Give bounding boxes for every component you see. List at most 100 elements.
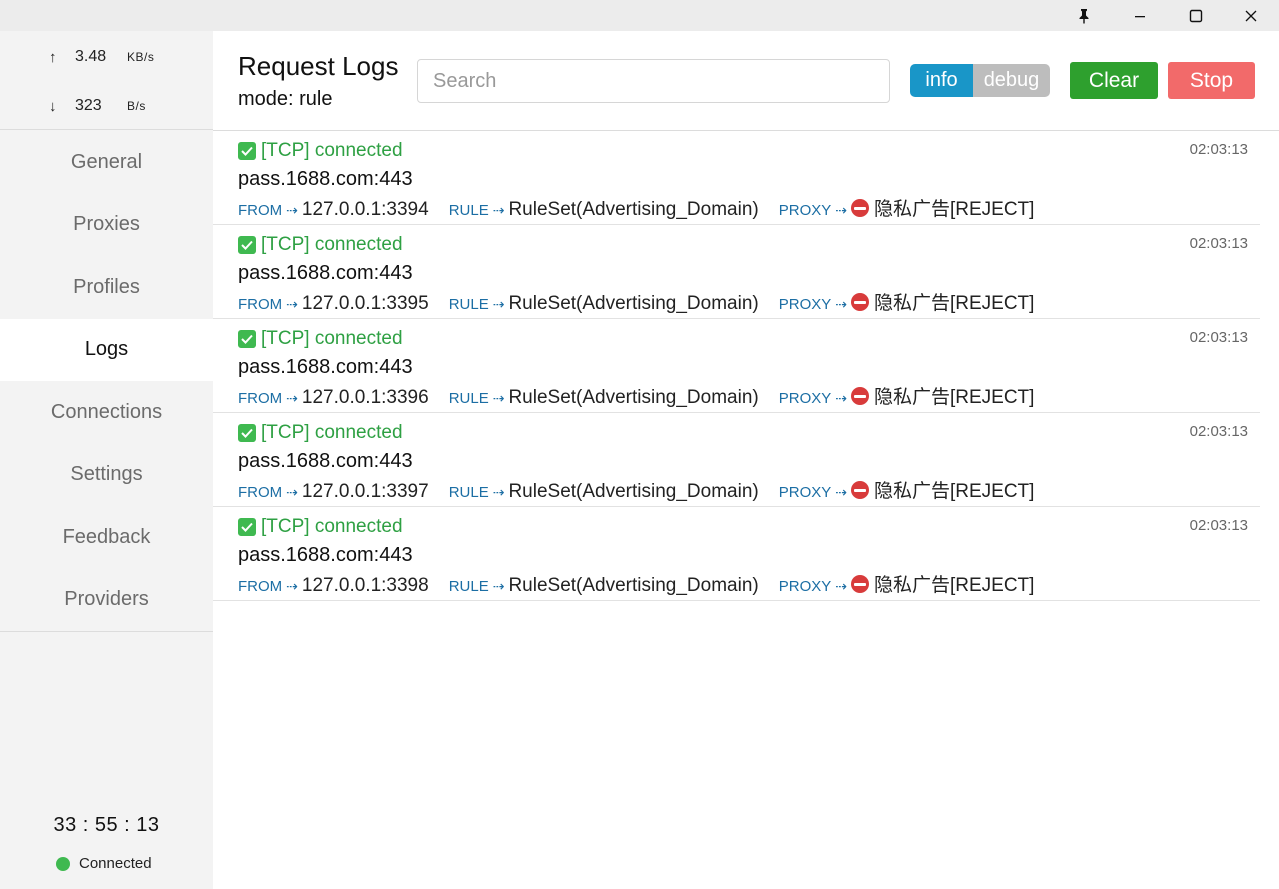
log-entry: [TCP] connected 02:03:13 pass.1688.com:4… [213,225,1260,319]
rule-value: RuleSet(Advertising_Domain) [508,293,759,314]
proxy-value: 隐私广告[REJECT] [873,481,1035,502]
upload-unit: KB/s [127,50,155,64]
log-status: [TCP] connected [238,234,403,256]
close-icon[interactable] [1223,0,1279,31]
arrow-icon: ⇢ [492,484,505,500]
arrow-icon: ⇢ [835,484,847,500]
check-icon [238,518,256,536]
from-tag: FROM [238,390,283,407]
status-label: Connected [79,855,152,872]
page-title: Request Logs [238,51,399,81]
rule-value: RuleSet(Advertising_Domain) [508,481,759,502]
download-speed: ↓ 323 B/s [49,96,146,116]
log-from: FROM ⇢ 127.0.0.1:3395 [238,293,429,315]
proxy-tag: PROXY [778,202,832,219]
from-value: 127.0.0.1:3394 [301,199,429,220]
maximize-icon[interactable] [1168,0,1224,31]
no-entry-icon [850,293,869,311]
log-rule: RULE ⇢ RuleSet(Advertising_Domain) [449,199,759,221]
log-level-toggle: info debug [910,64,1050,97]
log-from: FROM ⇢ 127.0.0.1:3398 [238,575,429,597]
download-value: 323 [75,97,102,114]
log-meta: FROM ⇢ 127.0.0.1:3395 RULE ⇢ RuleSet(Adv… [238,288,1034,315]
sidebar-nav: General Proxies Profiles Logs Connection… [0,131,213,632]
arrow-icon: ⇢ [286,484,298,500]
from-tag: FROM [238,578,283,595]
arrow-icon: ⇢ [835,390,847,406]
log-from: FROM ⇢ 127.0.0.1:3394 [238,199,429,221]
from-value: 127.0.0.1:3395 [301,293,429,314]
log-meta: FROM ⇢ 127.0.0.1:3396 RULE ⇢ RuleSet(Adv… [238,382,1034,409]
proxy-value: 隐私广告[REJECT] [873,199,1035,220]
stop-button[interactable]: Stop [1168,62,1255,99]
arrow-icon: ⇢ [835,202,847,218]
level-debug-button[interactable]: debug [973,64,1050,97]
sidebar: ↑ 3.48 KB/s ↓ 323 B/s General Proxies Pr… [0,31,213,889]
download-arrow-icon: ↓ [49,97,57,115]
no-entry-icon [850,575,869,593]
proxy-value: 隐私广告[REJECT] [873,575,1035,596]
logs-header: Request Logs mode: rule info debug Clear… [213,31,1279,131]
from-value: 127.0.0.1:3398 [301,575,429,596]
log-host: pass.1688.com:443 [238,356,413,378]
from-tag: FROM [238,296,283,313]
rule-value: RuleSet(Advertising_Domain) [508,199,759,220]
log-rule: RULE ⇢ RuleSet(Advertising_Domain) [449,575,759,597]
download-unit: B/s [127,99,146,113]
level-info-button[interactable]: info [910,64,973,97]
rule-tag: RULE [448,202,489,219]
from-tag: FROM [238,202,283,219]
log-status-text: [TCP] connected [261,328,403,349]
proxy-tag: PROXY [778,484,832,501]
sidebar-item-settings[interactable]: Settings [0,444,213,507]
upload-arrow-icon: ↑ [49,48,57,66]
rule-tag: RULE [448,484,489,501]
traffic-panel: ↑ 3.48 KB/s ↓ 323 B/s [0,31,213,130]
rule-value: RuleSet(Advertising_Domain) [508,575,759,596]
log-proxy: PROXY ⇢ 隐私广告[REJECT] [778,476,1035,503]
arrow-icon: ⇢ [286,296,298,312]
search-input[interactable] [417,59,890,103]
check-icon [238,424,256,442]
check-icon [238,142,256,160]
rule-tag: RULE [448,578,489,595]
log-status-text: [TCP] connected [261,516,403,537]
from-tag: FROM [238,484,283,501]
minimize-icon[interactable] [1112,0,1168,31]
sidebar-item-feedback[interactable]: Feedback [0,506,213,569]
no-entry-icon [850,481,869,499]
log-status: [TCP] connected [238,422,403,444]
pin-icon[interactable] [1056,0,1112,31]
upload-speed: ↑ 3.48 KB/s [49,47,154,67]
log-status: [TCP] connected [238,140,403,162]
log-time: 02:03:13 [1189,141,1248,158]
sidebar-item-general[interactable]: General [0,131,213,194]
log-entry: [TCP] connected 02:03:13 pass.1688.com:4… [213,131,1260,225]
proxy-tag: PROXY [778,390,832,407]
log-meta: FROM ⇢ 127.0.0.1:3394 RULE ⇢ RuleSet(Adv… [238,194,1034,221]
mode-label: mode: rule [238,88,333,110]
check-icon [238,236,256,254]
log-rule: RULE ⇢ RuleSet(Advertising_Domain) [449,481,759,503]
sidebar-item-proxies[interactable]: Proxies [0,194,213,257]
arrow-icon: ⇢ [286,578,298,594]
log-proxy: PROXY ⇢ 隐私广告[REJECT] [778,570,1035,597]
window-titlebar [0,0,1279,31]
proxy-tag: PROXY [778,578,832,595]
log-time: 02:03:13 [1189,423,1248,440]
log-meta: FROM ⇢ 127.0.0.1:3398 RULE ⇢ RuleSet(Adv… [238,570,1034,597]
log-status-text: [TCP] connected [261,140,403,161]
log-rule: RULE ⇢ RuleSet(Advertising_Domain) [449,387,759,409]
log-status: [TCP] connected [238,516,403,538]
connection-status: Connected [56,855,152,872]
sidebar-item-profiles[interactable]: Profiles [0,256,213,319]
proxy-value: 隐私广告[REJECT] [873,293,1035,314]
sidebar-item-providers[interactable]: Providers [0,569,213,632]
arrow-icon: ⇢ [835,578,847,594]
sidebar-item-connections[interactable]: Connections [0,381,213,444]
log-from: FROM ⇢ 127.0.0.1:3397 [238,481,429,503]
sidebar-item-logs[interactable]: Logs [0,318,213,381]
upload-value: 3.48 [75,48,107,65]
clear-button[interactable]: Clear [1070,62,1158,99]
rule-tag: RULE [448,296,489,313]
